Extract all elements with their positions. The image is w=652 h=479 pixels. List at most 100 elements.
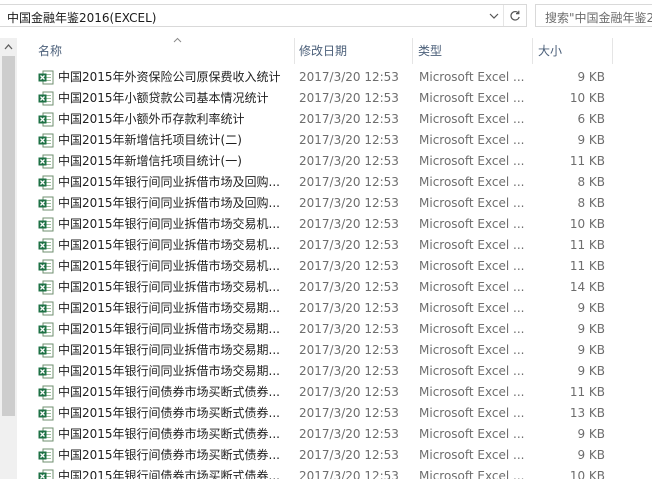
column-header-type[interactable]: 类型 <box>418 38 442 64</box>
excel-file-icon <box>38 406 54 421</box>
file-row[interactable]: 中国2015年银行间同业拆借市场及回购... 2017/3/20 12:53 Mic… <box>17 172 652 193</box>
file-row[interactable]: 中国2015年小额外币存款利率统计 2017/3/20 12:53 Microsof… <box>17 109 652 130</box>
file-modified: 2017/3/20 12:53 <box>299 70 399 84</box>
file-row[interactable]: 中国2015年银行间同业拆借市场交易机... 2017/3/20 12:53 Mic… <box>17 256 652 277</box>
file-size: 11 KB <box>569 385 605 399</box>
file-name[interactable]: 中国2015年小额外币存款利率统计 <box>58 109 298 130</box>
file-name[interactable]: 中国2015年银行间同业拆借市场交易期... <box>58 298 298 319</box>
file-row[interactable]: 中国2015年银行间同业拆借市场及回购... 2017/3/20 12:53 Mic… <box>17 193 652 214</box>
column-divider[interactable] <box>412 38 413 64</box>
file-name[interactable]: 中国2015年银行间同业拆借市场交易机... <box>58 214 298 235</box>
sort-ascending-icon <box>173 32 182 46</box>
column-divider[interactable] <box>612 38 613 64</box>
file-name[interactable]: 中国2015年银行间同业拆借市场交易机... <box>58 277 298 298</box>
toolbar: 中国金融年鉴2016(EXCEL) 搜索"中国金融年鉴2 <box>0 0 652 33</box>
file-row[interactable]: 中国2015年小额贷款公司基本情况统计 2017/3/20 12:53 Micros… <box>17 88 652 109</box>
file-name[interactable]: 中国2015年银行间同业拆借市场交易期... <box>58 319 298 340</box>
file-row[interactable]: 中国2015年银行间同业拆借市场交易期... 2017/3/20 12:53 Mic… <box>17 361 652 382</box>
address-bar[interactable]: 中国金融年鉴2016(EXCEL) <box>0 4 527 27</box>
column-header-modified[interactable]: 修改日期 <box>299 38 347 64</box>
file-name[interactable]: 中国2015年银行间债券市场买断式债券... <box>58 403 298 424</box>
file-row[interactable]: 中国2015年银行间同业拆借市场交易期... 2017/3/20 12:53 Mic… <box>17 340 652 361</box>
file-row[interactable]: 中国2015年银行间同业拆借市场交易期... 2017/3/20 12:53 Mic… <box>17 298 652 319</box>
file-row[interactable]: 中国2015年银行间债券市场买断式债券... 2017/3/20 12:53 Mic… <box>17 424 652 445</box>
file-row[interactable]: 中国2015年银行间同业拆借市场交易机... 2017/3/20 12:53 Mic… <box>17 235 652 256</box>
file-size: 14 KB <box>569 280 605 294</box>
file-row[interactable]: 中国2015年银行间同业拆借市场交易期... 2017/3/20 12:53 Mic… <box>17 319 652 340</box>
file-name[interactable]: 中国2015年银行间同业拆借市场交易期... <box>58 361 298 382</box>
file-modified: 2017/3/20 12:53 <box>299 469 399 479</box>
column-header-name[interactable]: 名称 <box>38 38 62 64</box>
vertical-scrollbar[interactable] <box>0 38 17 479</box>
file-name[interactable]: 中国2015年外资保险公司原保费收入统计 <box>58 67 298 88</box>
column-header-row: 名称 修改日期 类型 大小 <box>17 37 652 64</box>
file-modified: 2017/3/20 12:53 <box>299 154 399 168</box>
file-type: Microsoft Excel ... <box>419 112 525 126</box>
file-size: 6 KB <box>577 112 605 126</box>
file-name[interactable]: 中国2015年银行间同业拆借市场交易期... <box>58 340 298 361</box>
file-type: Microsoft Excel ... <box>419 280 525 294</box>
file-size: 9 KB <box>577 70 605 84</box>
search-input[interactable]: 搜索"中国金融年鉴2 <box>535 4 652 27</box>
file-size: 10 KB <box>569 469 605 479</box>
file-type: Microsoft Excel ... <box>419 259 525 273</box>
file-type: Microsoft Excel ... <box>419 322 525 336</box>
file-type: Microsoft Excel ... <box>419 133 525 147</box>
file-type: Microsoft Excel ... <box>419 427 525 441</box>
file-modified: 2017/3/20 12:53 <box>299 259 399 273</box>
column-divider[interactable] <box>294 38 295 64</box>
file-type: Microsoft Excel ... <box>419 448 525 462</box>
scrollbar-thumb[interactable] <box>2 56 15 416</box>
column-divider[interactable] <box>532 38 533 64</box>
file-row[interactable]: 中国2015年银行间债券市场买断式债券... 2017/3/20 12:53 Mic… <box>17 382 652 403</box>
file-name[interactable]: 中国2015年银行间债券市场买断式债券... <box>58 382 298 403</box>
file-size: 10 KB <box>569 91 605 105</box>
file-row[interactable]: 中国2015年银行间同业拆借市场交易机... 2017/3/20 12:53 Mic… <box>17 277 652 298</box>
file-type: Microsoft Excel ... <box>419 196 525 210</box>
file-name[interactable]: 中国2015年银行间同业拆借市场及回购... <box>58 172 298 193</box>
excel-file-icon <box>38 322 54 337</box>
refresh-icon[interactable] <box>503 5 526 26</box>
excel-file-icon <box>38 280 54 295</box>
file-name[interactable]: 中国2015年银行间债券市场买断式债券... <box>58 466 298 479</box>
file-row[interactable]: 中国2015年银行间债券市场买断式债券... 2017/3/20 12:53 Mic… <box>17 403 652 424</box>
file-row[interactable]: 中国2015年银行间同业拆借市场交易机... 2017/3/20 12:53 Mic… <box>17 214 652 235</box>
file-name[interactable]: 中国2015年银行间同业拆借市场及回购... <box>58 193 298 214</box>
file-size: 8 KB <box>577 196 605 210</box>
file-name[interactable]: 中国2015年银行间同业拆借市场交易机... <box>58 256 298 277</box>
excel-file-icon <box>38 469 54 479</box>
file-type: Microsoft Excel ... <box>419 154 525 168</box>
file-type: Microsoft Excel ... <box>419 91 525 105</box>
file-row[interactable]: 中国2015年银行间债券市场买断式债券... 2017/3/20 12:53 Mic… <box>17 445 652 466</box>
excel-file-icon <box>38 343 54 358</box>
file-name[interactable]: 中国2015年新增信托项目统计(二) <box>58 130 298 151</box>
file-size: 11 KB <box>569 259 605 273</box>
file-name[interactable]: 中国2015年银行间债券市场买断式债券... <box>58 424 298 445</box>
excel-file-icon <box>38 238 54 253</box>
excel-file-icon <box>38 196 54 211</box>
chevron-down-icon[interactable] <box>485 5 503 26</box>
file-modified: 2017/3/20 12:53 <box>299 238 399 252</box>
excel-file-icon <box>38 175 54 190</box>
file-name[interactable]: 中国2015年银行间债券市场买断式债券... <box>58 445 298 466</box>
excel-file-icon <box>38 133 54 148</box>
file-row[interactable]: 中国2015年外资保险公司原保费收入统计 2017/3/20 12:53 Micro… <box>17 67 652 88</box>
file-type: Microsoft Excel ... <box>419 238 525 252</box>
file-modified: 2017/3/20 12:53 <box>299 196 399 210</box>
file-name[interactable]: 中国2015年新增信托项目统计(一) <box>58 151 298 172</box>
file-modified: 2017/3/20 12:53 <box>299 448 399 462</box>
file-modified: 2017/3/20 12:53 <box>299 343 399 357</box>
file-list: 中国2015年外资保险公司原保费收入统计 2017/3/20 12:53 Micro… <box>17 67 652 479</box>
file-row[interactable]: 中国2015年银行间债券市场买断式债券... 2017/3/20 12:53 Mic… <box>17 466 652 479</box>
file-row[interactable]: 中国2015年新增信托项目统计(一) 2017/3/20 12:53 Microso… <box>17 151 652 172</box>
scroll-up-icon[interactable] <box>0 38 17 55</box>
file-size: 10 KB <box>569 217 605 231</box>
address-path[interactable]: 中国金融年鉴2016(EXCEL) <box>7 9 156 26</box>
file-name[interactable]: 中国2015年银行间同业拆借市场交易机... <box>58 235 298 256</box>
file-modified: 2017/3/20 12:53 <box>299 112 399 126</box>
file-name[interactable]: 中国2015年小额贷款公司基本情况统计 <box>58 88 298 109</box>
file-type: Microsoft Excel ... <box>419 406 525 420</box>
column-header-size[interactable]: 大小 <box>538 38 562 64</box>
file-row[interactable]: 中国2015年新增信托项目统计(二) 2017/3/20 12:53 Microso… <box>17 130 652 151</box>
excel-file-icon <box>38 364 54 379</box>
